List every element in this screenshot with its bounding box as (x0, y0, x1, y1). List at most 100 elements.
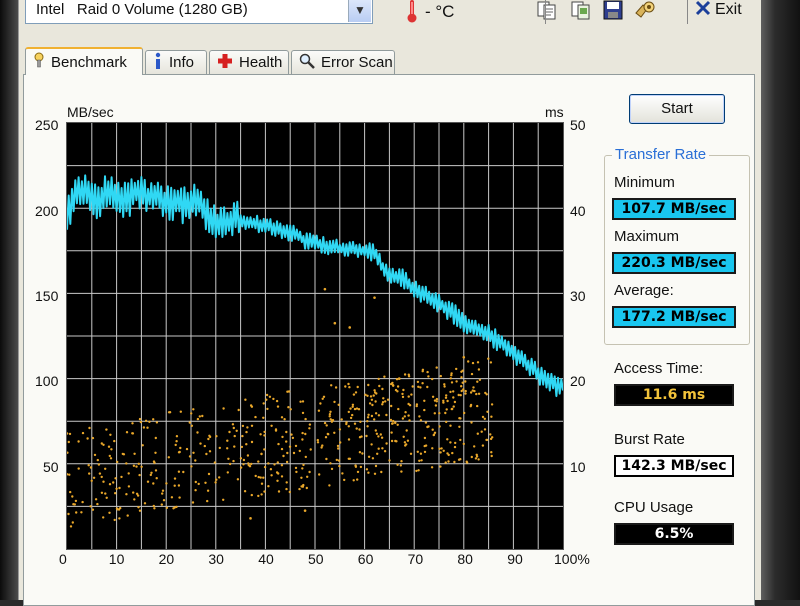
access-time-point (396, 423, 399, 426)
access-time-point (266, 407, 269, 411)
access-time-point (385, 442, 388, 445)
access-time-point (476, 361, 480, 364)
drive-select[interactable]: Intel Raid 0 Volume (1280 GB) ▼ (25, 0, 373, 24)
access-time-point (375, 392, 378, 395)
toolbar-separator (545, 0, 546, 24)
access-time-point (243, 490, 247, 493)
access-time-point (457, 458, 461, 461)
access-time-point (131, 432, 134, 435)
copy-text-icon[interactable] (533, 0, 561, 24)
access-time-point (127, 472, 130, 475)
access-time-point (197, 482, 200, 486)
access-time-point (318, 473, 321, 476)
copy-screenshot-icon[interactable] (567, 0, 595, 24)
tab-health[interactable]: Health (209, 50, 289, 74)
access-time-point (321, 397, 324, 400)
access-time-point (427, 375, 430, 378)
access-time-point (338, 464, 341, 468)
tab-info[interactable]: Info (145, 50, 207, 74)
access-time-point (392, 419, 395, 423)
access-time-point (250, 424, 254, 427)
access-time-point (331, 419, 334, 422)
save-icon[interactable] (599, 0, 627, 24)
access-time-point (218, 446, 221, 450)
exit-label: Exit (715, 1, 742, 18)
access-time-point (476, 380, 479, 383)
access-time-point (269, 468, 273, 471)
y-axis-label-right: ms (545, 104, 564, 120)
access-time-point (177, 470, 181, 473)
access-time-point (246, 426, 249, 429)
access-time-point (470, 372, 474, 376)
access-time-point (249, 404, 253, 407)
access-time-point (442, 399, 445, 402)
access-time-point (90, 479, 93, 482)
access-time-point (401, 417, 405, 420)
access-time-point (161, 489, 165, 492)
access-time-point (365, 434, 368, 438)
access-time-point (115, 487, 118, 490)
x-tick-label: 100% (554, 551, 590, 567)
access-time-point (464, 389, 467, 393)
access-time-point (475, 453, 478, 456)
access-time-point (280, 447, 284, 451)
access-time-point (263, 430, 266, 434)
tab-error-scan[interactable]: Error Scan (291, 50, 395, 74)
access-time-point (359, 465, 363, 469)
access-time-point (257, 475, 260, 479)
access-time-point (246, 454, 250, 457)
health-icon (217, 53, 233, 73)
access-time-point (355, 427, 358, 430)
access-time-point (287, 406, 290, 409)
access-time-point (379, 433, 382, 436)
access-time-point (462, 356, 466, 359)
chevron-down-icon[interactable]: ▼ (348, 0, 371, 22)
access-time-point (93, 453, 97, 457)
exit-button[interactable]: Exit (695, 0, 742, 24)
access-time-point (303, 509, 307, 512)
access-time-point (245, 430, 248, 434)
access-time-point (403, 373, 407, 376)
access-time-point (450, 381, 454, 384)
access-time-point (408, 419, 411, 422)
access-time-point (469, 403, 473, 407)
access-time-point (280, 475, 284, 478)
access-time-point (400, 470, 403, 473)
access-time-point (205, 452, 208, 456)
access-time-point (105, 496, 108, 499)
x-tick-label: 90 (507, 551, 523, 567)
access-time-point (263, 490, 266, 493)
tab-benchmark[interactable]: Benchmark (25, 47, 143, 75)
access-time-point (433, 399, 437, 402)
access-time-point (321, 444, 324, 447)
access-time-point (260, 482, 264, 485)
access-time-point (155, 421, 159, 424)
access-time-point (354, 391, 358, 394)
transfer-rate-title: Transfer Rate (612, 146, 710, 163)
access-time-point (283, 418, 286, 421)
start-button[interactable]: Start (629, 94, 725, 124)
access-time-point (301, 431, 304, 435)
access-time-point (265, 393, 269, 397)
access-time-point (337, 459, 341, 462)
access-time-point (419, 386, 422, 389)
access-time-point (465, 460, 468, 463)
access-time-point (454, 441, 457, 445)
access-time-point (449, 424, 452, 427)
access-time-point (309, 448, 312, 451)
x-tick-label: 10 (108, 551, 125, 567)
access-time-point (152, 418, 155, 421)
access-time-point (218, 476, 221, 479)
access-time-value: 11.6 ms (614, 384, 734, 406)
access-time-point (464, 392, 467, 395)
access-time-point (117, 508, 121, 511)
access-time-point (277, 442, 280, 446)
access-time-point (405, 443, 408, 446)
y-axis-label-left: MB/sec (67, 104, 114, 120)
access-time-point (142, 426, 146, 429)
access-time-point (113, 439, 116, 443)
access-time-point (108, 511, 111, 514)
access-time-point (420, 459, 423, 462)
options-icon[interactable] (631, 0, 659, 24)
access-time-point (424, 421, 428, 424)
